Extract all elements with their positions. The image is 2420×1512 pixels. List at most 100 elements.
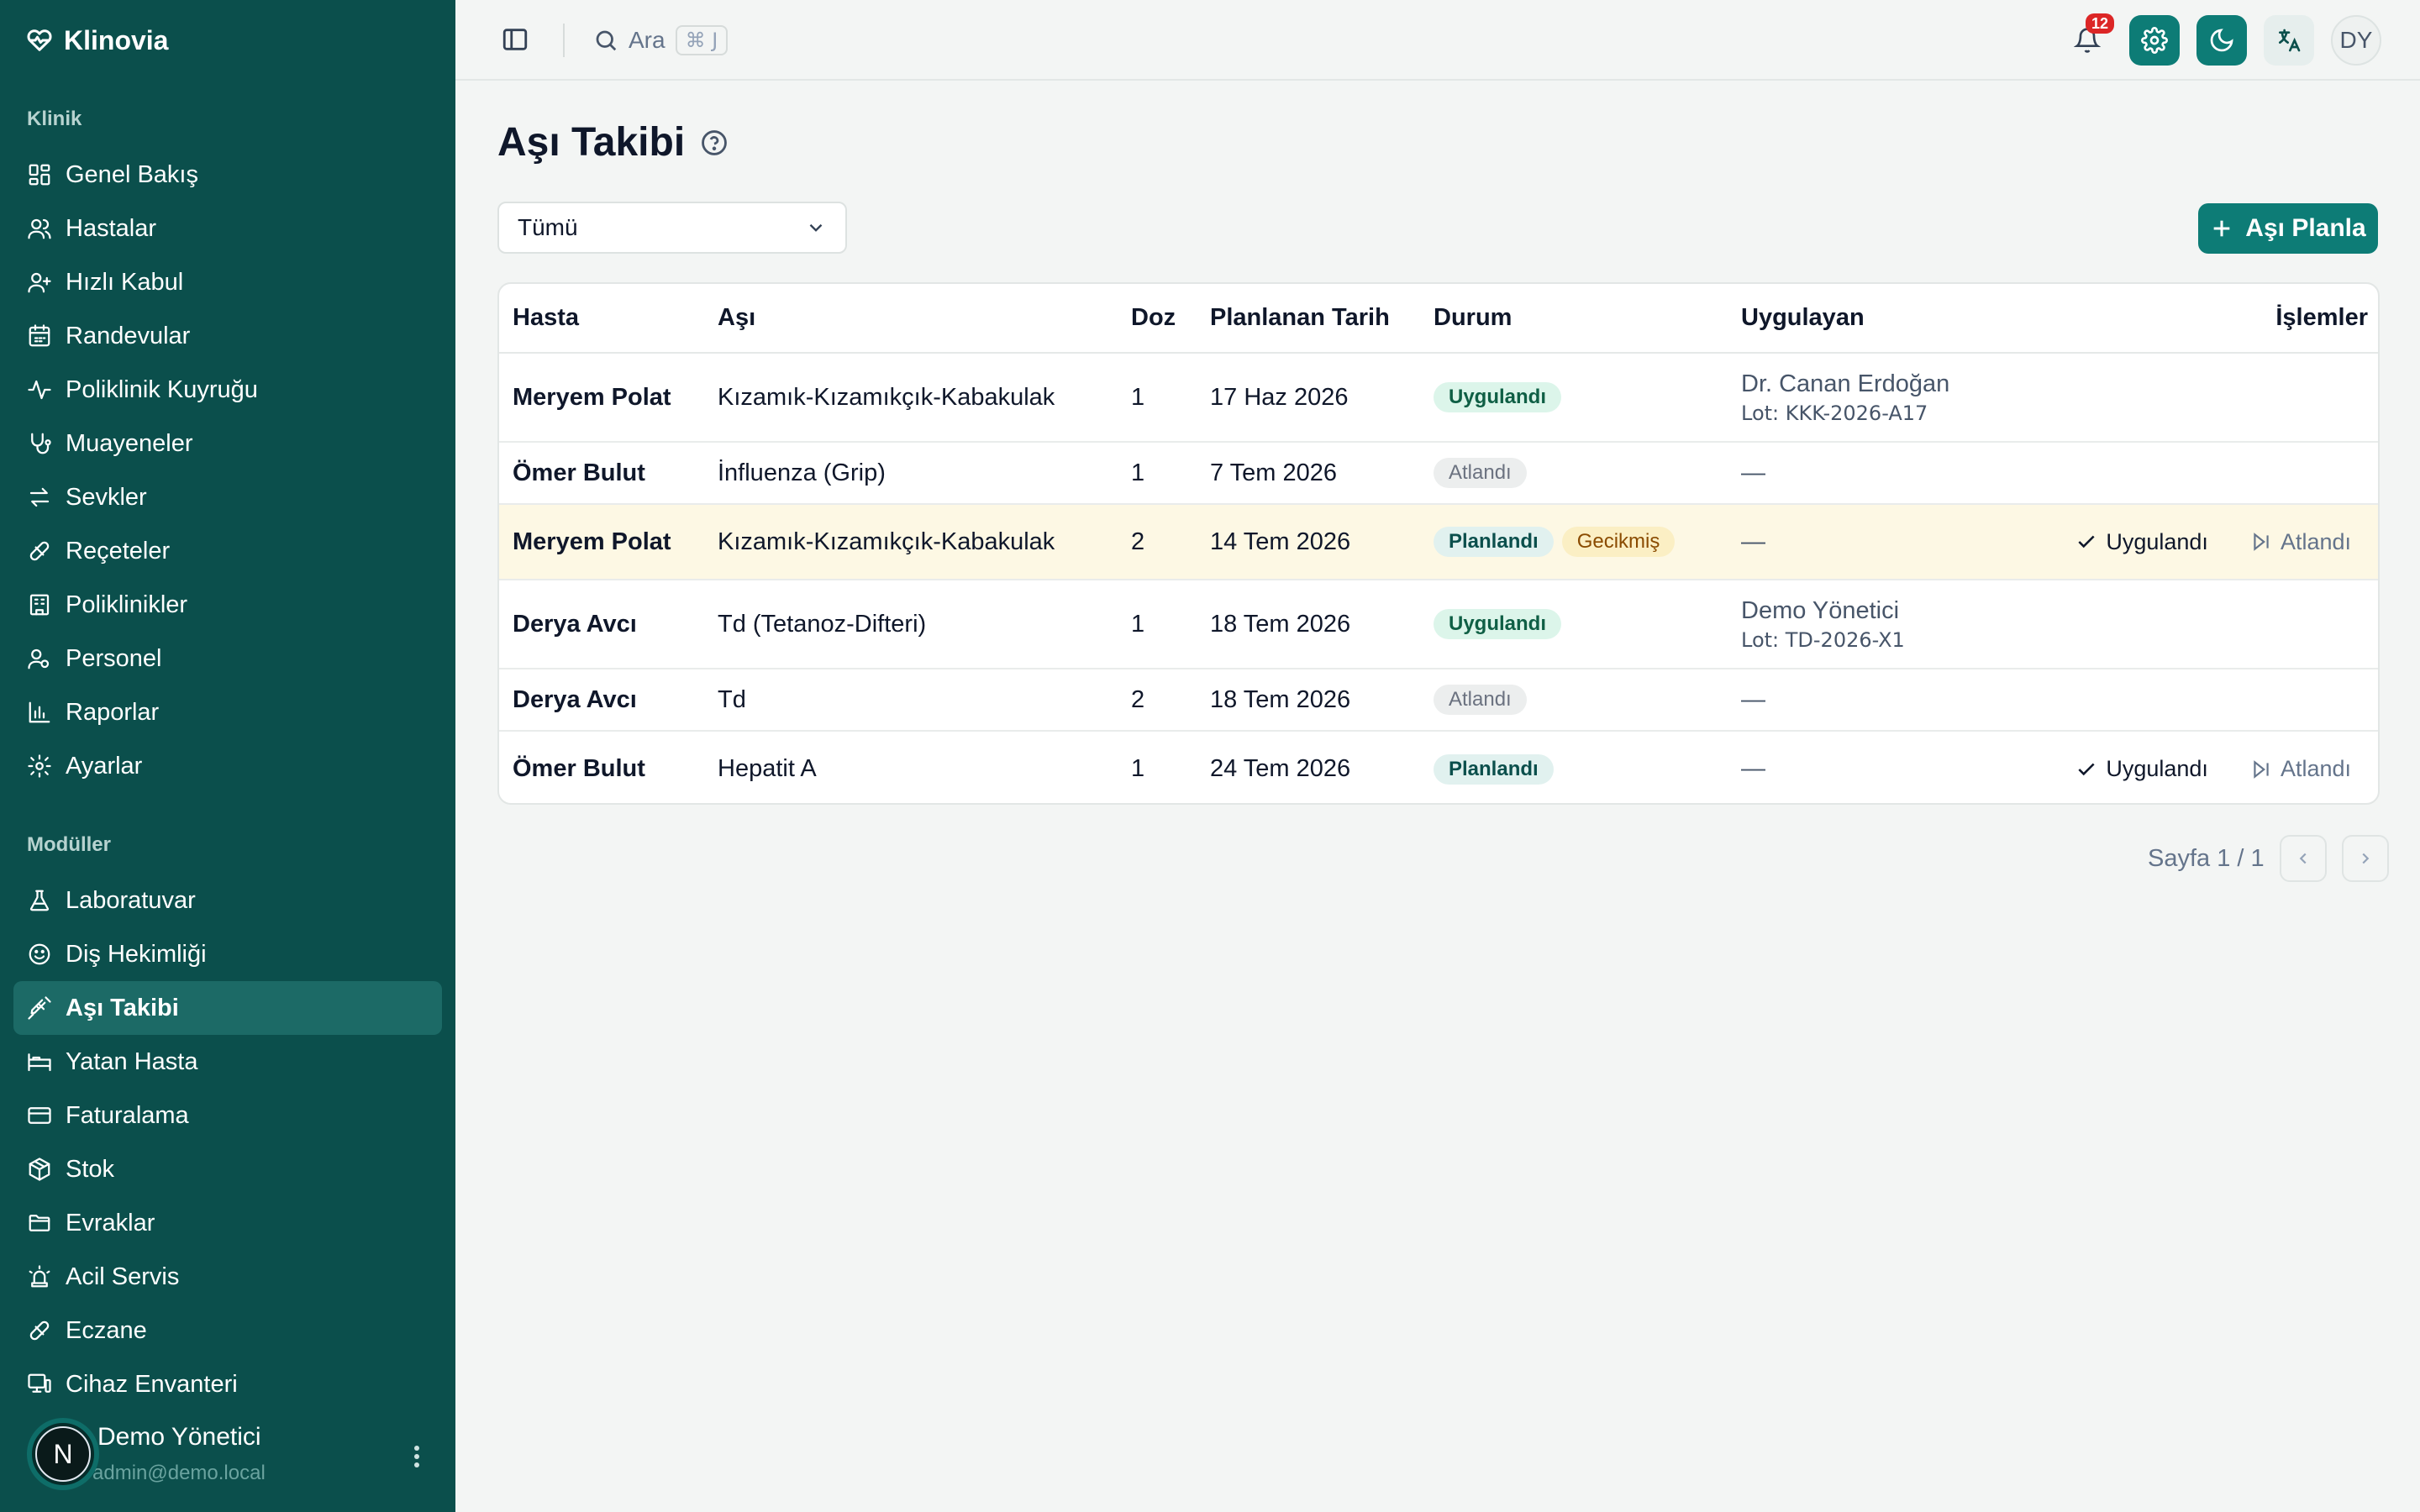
lot-number: Lot: TD-2026-X1 [1741,627,1905,652]
table-row[interactable]: Ömer Bulut Hepatit A 1 24 Tem 2026 Planlandı… [499,731,2378,803]
mark-applied-button[interactable]: Uygulandı [2075,756,2208,782]
sidebar-item-module-4[interactable]: Faturalama [13,1089,442,1142]
table-row[interactable]: Meryem Polat Kızamık-Kızamıkçık-Kabakulak… [499,504,2378,580]
cell-patient[interactable]: Ömer Bulut [499,442,704,505]
sidebar-item-module-9[interactable]: Cihaz Envanteri [13,1357,442,1411]
mark-applied-button[interactable]: Uygulandı [2075,529,2208,555]
search-trigger[interactable]: Ara ⌘ J [593,20,729,60]
administered-by-empty: — [1741,459,1765,486]
status-badge: Planlandı [1434,527,1554,557]
user-avatar[interactable]: DY [2331,15,2381,66]
cell-dose: 2 [1118,669,1197,732]
cell-patient[interactable]: Derya Avcı [499,669,704,732]
notifications-button[interactable]: 12 [2062,13,2114,66]
sidebar-item-module-8[interactable]: Eczane [13,1304,442,1357]
sidebar-item-clinic-8[interactable]: Poliklinikler [13,578,442,632]
sidebar-item-clinic-6[interactable]: Sevkler [13,470,442,524]
sidebar-item-clinic-7[interactable]: Reçeteler [13,524,442,578]
sidebar-item-label: Aşı Takibi [66,994,179,1021]
mark-applied-label: Uygulandı [2106,756,2208,781]
prev-page-button[interactable] [2279,835,2327,882]
sidebar-item-label: Evraklar [66,1209,155,1236]
settings-button[interactable] [2129,15,2180,66]
sidebar-item-clinic-9[interactable]: Personel [13,632,442,685]
sidebar-item-module-5[interactable]: Stok [13,1142,442,1196]
sidebar-item-module-6[interactable]: Evraklar [13,1196,442,1250]
cell-dose: 1 [1118,580,1197,669]
sidebar-toggle-icon[interactable] [501,25,529,54]
monitor-icon [28,1373,51,1393]
next-page-button[interactable] [2341,835,2389,882]
mark-skipped-button[interactable]: Atlandı [2250,756,2351,782]
cell-patient[interactable]: Derya Avcı [499,580,704,669]
status-filter-select[interactable]: Tümü [497,202,847,254]
sidebar-item-label: Faturalama [66,1101,189,1129]
user-name: Demo Yönetici [97,1423,261,1451]
sidebar-item-clinic-1[interactable]: Hastalar [13,202,442,255]
sidebar-item-clinic-5[interactable]: Muayeneler [13,417,442,470]
language-button[interactable] [2264,15,2314,66]
schedule-vaccine-button[interactable]: Aşı Planla [2198,203,2378,254]
sidebar-item-clinic-10[interactable]: Raporlar [13,685,442,739]
sidebar-item-clinic-2[interactable]: Hızlı Kabul [13,255,442,309]
brand-name: Klinovia [64,24,169,55]
cell-patient[interactable]: Meryem Polat [499,353,704,443]
cell-status: Uygulandı [1420,353,1728,443]
nav-modules: Laboratuvar Diş Hekimliği Aşı Takibi Yatan … [13,874,442,1411]
more-vertical-icon[interactable] [407,1441,427,1472]
sidebar-item-clinic-3[interactable]: Randevular [13,309,442,363]
sidebar-item-clinic-4[interactable]: Poliklinik Kuyruğu [13,363,442,417]
dev-badge-letter: N [35,1426,91,1482]
cell-actions [2055,353,2378,443]
sidebar-item-module-2[interactable]: Aşı Takibi [13,981,442,1035]
col-status[interactable]: Durum [1420,284,1728,354]
gear-icon [2141,27,2168,54]
table-row[interactable]: Meryem Polat Kızamık-Kızamıkçık-Kabakulak… [499,353,2378,443]
brand-logo[interactable]: Klinovia [27,24,168,57]
status-badge: Gecikmiş [1561,527,1676,557]
col-actions: İşlemler [2055,284,2378,354]
sidebar-item-label: Yatan Hasta [66,1047,198,1075]
flask-icon [29,890,50,911]
sidebar-item-clinic-11[interactable]: Ayarlar [13,739,442,793]
cell-actions [2055,580,2378,669]
cell-administered-by: Dr. Canan Erdoğan Lot: KKK-2026-A17 [1728,353,2055,443]
col-vaccine[interactable]: Aşı [704,284,1118,354]
cell-patient[interactable]: Meryem Polat [499,504,704,580]
sidebar-item-module-7[interactable]: Acil Servis [13,1250,442,1304]
sidebar-item-clinic-0[interactable]: Genel Bakış [13,148,442,202]
cell-administered-by: — [1728,669,2055,732]
dev-badge[interactable]: N [27,1418,99,1490]
cell-status: Uygulandı [1420,580,1728,669]
sidebar-item-module-3[interactable]: Yatan Hasta [13,1035,442,1089]
cell-vaccine: Kızamık-Kızamıkçık-Kabakulak [704,353,1118,443]
col-dose[interactable]: Doz [1118,284,1197,354]
sidebar-item-label: Sevkler [66,483,147,511]
sidebar-item-label: Stok [66,1155,115,1183]
help-circle-icon[interactable] [700,129,729,157]
table-row[interactable]: Derya Avcı Td (Tetanoz-Difteri) 1 18 Tem 20… [499,580,2378,669]
user-profile[interactable]: Demo Yönetici admin@demo.local N [27,1416,439,1492]
chevron-down-icon [809,223,823,232]
sidebar-item-label: Diş Hekimliği [66,940,207,968]
col-planned-date[interactable]: Planlanan Tarih [1197,284,1420,354]
col-patient[interactable]: Hasta [499,284,704,354]
cell-patient[interactable]: Ömer Bulut [499,731,704,803]
syringe-icon [28,996,51,1020]
activity-icon [28,380,51,400]
cell-vaccine: Td (Tetanoz-Difteri) [704,580,1118,669]
sidebar: Klinovia Klinik Genel Bakış Hastalar Hızlı… [0,0,455,1512]
table-row[interactable]: Ömer Bulut İnfluenza (Grip) 1 7 Tem 2026 Atl… [499,442,2378,505]
row-actions: Uygulandı Atlandı [2069,529,2368,555]
mark-skipped-button[interactable]: Atlandı [2250,529,2351,555]
stethoscope-icon [31,433,51,454]
cell-dose: 1 [1118,353,1197,443]
theme-toggle-button[interactable] [2196,15,2247,66]
col-administered-by[interactable]: Uygulayan [1728,284,2055,354]
cell-vaccine: Td [704,669,1118,732]
sidebar-item-module-1[interactable]: Diş Hekimliği [13,927,442,981]
cell-planned-date: 7 Tem 2026 [1197,442,1420,505]
credit-card-icon [28,1107,51,1124]
sidebar-item-module-0[interactable]: Laboratuvar [13,874,442,927]
table-row[interactable]: Derya Avcı Td 2 18 Tem 2026 Atlandı — [499,669,2378,732]
